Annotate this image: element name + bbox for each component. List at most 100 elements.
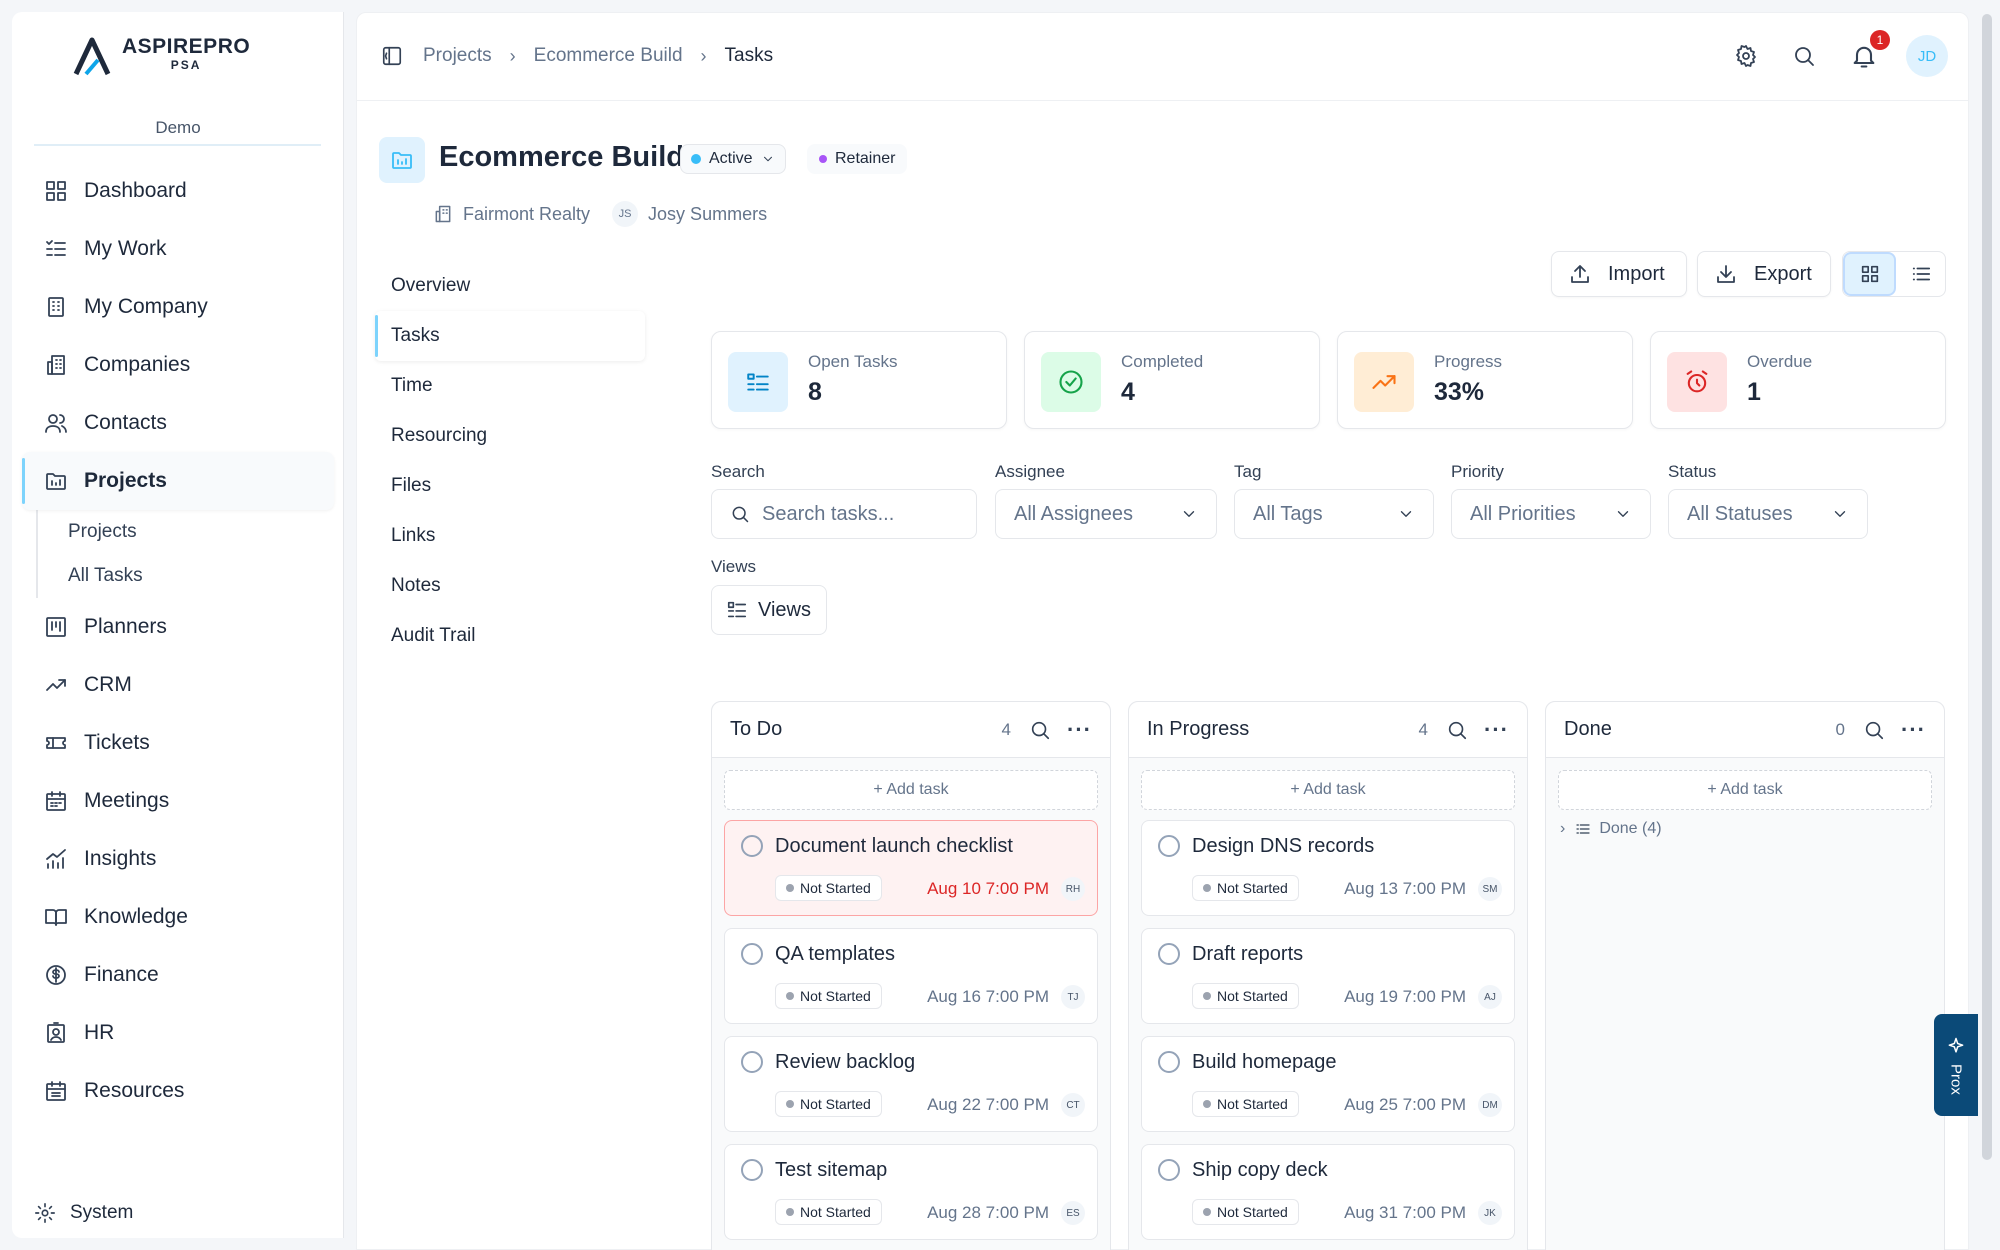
complete-checkbox[interactable] bbox=[1158, 943, 1180, 965]
task-card[interactable]: Design DNS records Not Started Aug 13 7:00… bbox=[1141, 820, 1515, 916]
sidebar-item-tickets[interactable]: Tickets bbox=[22, 714, 334, 772]
task-status-badge[interactable]: Not Started bbox=[775, 1199, 882, 1225]
sidebar-item-insights[interactable]: Insights bbox=[22, 830, 334, 888]
board-view-button[interactable] bbox=[1843, 252, 1896, 296]
tab-time[interactable]: Time bbox=[375, 361, 645, 411]
sidebar-item-meetings[interactable]: Meetings bbox=[22, 772, 334, 830]
more-icon[interactable]: ··· bbox=[1901, 718, 1926, 741]
tab-audit-trail[interactable]: Audit Trail bbox=[375, 611, 645, 661]
assignee-avatar[interactable]: AJ bbox=[1478, 985, 1502, 1009]
export-button[interactable]: Export bbox=[1697, 251, 1831, 297]
assignee-avatar[interactable]: SM bbox=[1478, 877, 1502, 901]
complete-checkbox[interactable] bbox=[1158, 835, 1180, 857]
sidebar-item-companies[interactable]: Companies bbox=[22, 336, 334, 394]
task-card[interactable]: Document launch checklist Not Started Aug … bbox=[724, 820, 1098, 916]
settings-button[interactable] bbox=[1734, 44, 1758, 68]
sidebar-item-label: Contacts bbox=[84, 411, 167, 434]
sidebar-item-planners[interactable]: Planners bbox=[22, 598, 334, 656]
search-input[interactable]: Search tasks... bbox=[711, 489, 977, 539]
sidebar-item-contacts[interactable]: Contacts bbox=[22, 394, 334, 452]
assignee-avatar[interactable]: DM bbox=[1478, 1093, 1502, 1117]
brand-logo[interactable]: ASPIREPRO PSA bbox=[72, 36, 250, 76]
tab-files[interactable]: Files bbox=[375, 461, 645, 511]
tab-overview[interactable]: Overview bbox=[375, 261, 645, 311]
submenu-item-all-tasks[interactable]: All Tasks bbox=[68, 554, 334, 598]
sidebar-item-projects[interactable]: Projects bbox=[22, 452, 334, 510]
assistant-launcher[interactable]: Prox bbox=[1934, 1014, 1978, 1116]
tab-links[interactable]: Links bbox=[375, 511, 645, 561]
ticket-icon bbox=[46, 737, 66, 749]
task-status-badge[interactable]: Not Started bbox=[775, 875, 882, 901]
assignee-avatar[interactable]: JK bbox=[1478, 1201, 1502, 1225]
add-task-button[interactable]: + Add task bbox=[1141, 770, 1515, 810]
list-icon bbox=[747, 373, 769, 391]
views-button-label: Views bbox=[758, 598, 811, 621]
task-status-badge[interactable]: Not Started bbox=[775, 1091, 882, 1117]
task-status-badge[interactable]: Not Started bbox=[1192, 983, 1299, 1009]
assignee-avatar[interactable]: RH bbox=[1061, 877, 1085, 901]
sidebar-item-finance[interactable]: Finance bbox=[22, 946, 334, 1004]
sidebar-item-hr[interactable]: HR bbox=[22, 1004, 334, 1062]
import-button[interactable]: Import bbox=[1551, 251, 1687, 297]
scrollbar[interactable] bbox=[1982, 14, 1992, 1160]
project-status-dropdown[interactable]: Active bbox=[680, 144, 786, 174]
complete-checkbox[interactable] bbox=[1158, 1051, 1180, 1073]
complete-checkbox[interactable] bbox=[741, 943, 763, 965]
project-owner[interactable]: Josy Summers bbox=[648, 204, 767, 225]
search-icon[interactable] bbox=[1029, 719, 1051, 741]
status-dot bbox=[786, 884, 794, 892]
sidebar-item-knowledge[interactable]: Knowledge bbox=[22, 888, 334, 946]
task-status-badge[interactable]: Not Started bbox=[1192, 1199, 1299, 1225]
project-client[interactable]: Fairmont Realty bbox=[463, 204, 590, 225]
user-avatar[interactable]: JD bbox=[1906, 35, 1948, 77]
priority-select[interactable]: All Priorities bbox=[1451, 489, 1651, 539]
add-task-button[interactable]: + Add task bbox=[1558, 770, 1932, 810]
more-icon[interactable]: ··· bbox=[1484, 718, 1509, 741]
complete-checkbox[interactable] bbox=[741, 835, 763, 857]
list-view-button[interactable] bbox=[1896, 252, 1945, 296]
assignee-avatar[interactable]: TJ bbox=[1061, 985, 1085, 1009]
add-task-button[interactable]: + Add task bbox=[724, 770, 1098, 810]
task-card[interactable]: Test sitemap Not Started Aug 28 7:00 PM ES bbox=[724, 1144, 1098, 1240]
task-card[interactable]: Ship copy deck Not Started Aug 31 7:00 PM J… bbox=[1141, 1144, 1515, 1240]
sidebar-toggle-icon[interactable] bbox=[381, 45, 403, 67]
sidebar-item-my-work[interactable]: My Work bbox=[22, 220, 334, 278]
column-header: Done 0 ··· bbox=[1546, 702, 1944, 758]
tab-tasks[interactable]: Tasks bbox=[375, 311, 645, 361]
status-dot bbox=[786, 1208, 794, 1216]
task-card[interactable]: Review backlog Not Started Aug 22 7:00 PM C… bbox=[724, 1036, 1098, 1132]
task-status-badge[interactable]: Not Started bbox=[1192, 1091, 1299, 1117]
task-card[interactable]: QA templates Not Started Aug 16 7:00 PM TJ bbox=[724, 928, 1098, 1024]
complete-checkbox[interactable] bbox=[741, 1051, 763, 1073]
submenu-item-projects[interactable]: Projects bbox=[68, 510, 334, 554]
notifications-button[interactable]: 1 bbox=[1850, 30, 1890, 70]
tab-resourcing[interactable]: Resourcing bbox=[375, 411, 645, 461]
search-button[interactable] bbox=[1792, 44, 1816, 68]
breadcrumb-project[interactable]: Ecommerce Build bbox=[534, 45, 683, 67]
assistant-label: Prox bbox=[1947, 1063, 1965, 1095]
done-group-toggle[interactable]: › Done (4) bbox=[1560, 820, 1930, 838]
sidebar-item-crm[interactable]: CRM bbox=[22, 656, 334, 714]
search-icon[interactable] bbox=[1446, 719, 1468, 741]
task-card[interactable]: Draft reports Not Started Aug 19 7:00 PM AJ bbox=[1141, 928, 1515, 1024]
tag-select[interactable]: All Tags bbox=[1234, 489, 1434, 539]
search-icon[interactable] bbox=[1863, 719, 1885, 741]
stat-value: 4 bbox=[1121, 378, 1135, 406]
breadcrumb-projects[interactable]: Projects bbox=[423, 45, 492, 67]
status-select[interactable]: All Statuses bbox=[1668, 489, 1868, 539]
task-status-badge[interactable]: Not Started bbox=[775, 983, 882, 1009]
views-button[interactable]: Views bbox=[711, 585, 827, 635]
sidebar-item-my-company[interactable]: My Company bbox=[22, 278, 334, 336]
sidebar-item-system[interactable]: System bbox=[34, 1202, 133, 1224]
task-status-badge[interactable]: Not Started bbox=[1192, 875, 1299, 901]
complete-checkbox[interactable] bbox=[1158, 1159, 1180, 1181]
task-card[interactable]: Build homepage Not Started Aug 25 7:00 PM D… bbox=[1141, 1036, 1515, 1132]
assignee-avatar[interactable]: ES bbox=[1061, 1201, 1085, 1225]
complete-checkbox[interactable] bbox=[741, 1159, 763, 1181]
tab-notes[interactable]: Notes bbox=[375, 561, 645, 611]
assignee-select[interactable]: All Assignees bbox=[995, 489, 1217, 539]
assignee-avatar[interactable]: CT bbox=[1061, 1093, 1085, 1117]
sidebar-item-dashboard[interactable]: Dashboard bbox=[22, 162, 334, 220]
sidebar-item-resources[interactable]: Resources bbox=[22, 1062, 334, 1120]
more-icon[interactable]: ··· bbox=[1067, 718, 1092, 741]
